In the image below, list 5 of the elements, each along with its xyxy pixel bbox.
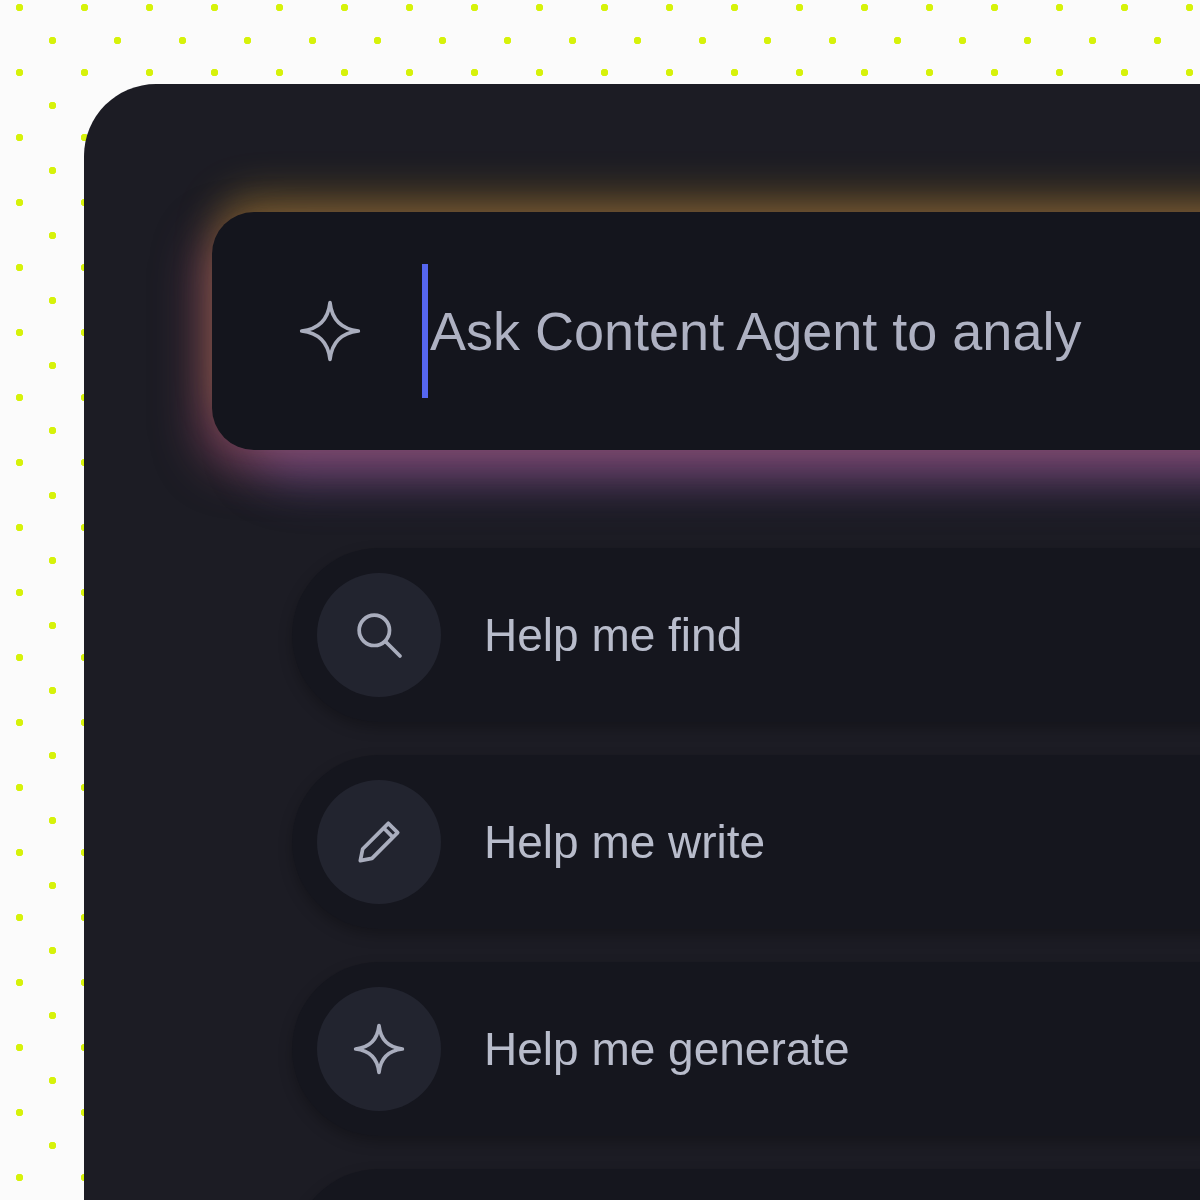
suggestion-button[interactable]: Help me find bbox=[292, 548, 1200, 722]
suggestion-button[interactable]: Help me generate bbox=[292, 962, 1200, 1136]
suggestion-button[interactable]: Help me write bbox=[292, 755, 1200, 929]
prompt-input-field[interactable]: Ask Content Agent to analy bbox=[428, 300, 1200, 362]
sparkle-icon bbox=[351, 1021, 407, 1077]
